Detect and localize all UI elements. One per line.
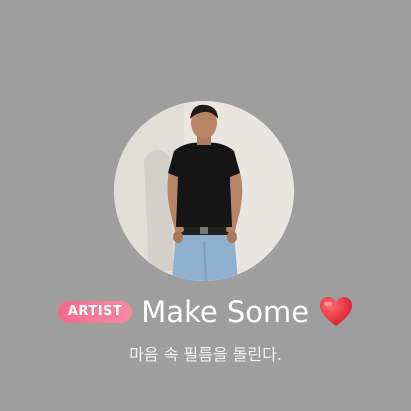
profile-avatar[interactable] — [114, 101, 294, 281]
profile-card: ARTIST Make Some 마음 속 필름을 돌린다. — [0, 0, 411, 411]
profile-name: Make Some — [141, 295, 310, 329]
heart-icon — [319, 296, 353, 328]
artist-badge: ARTIST — [57, 301, 133, 323]
status-message: 마음 속 필름을 돌린다. — [129, 345, 282, 364]
avatar-photo — [114, 101, 294, 281]
name-row: ARTIST Make Some — [0, 292, 411, 332]
